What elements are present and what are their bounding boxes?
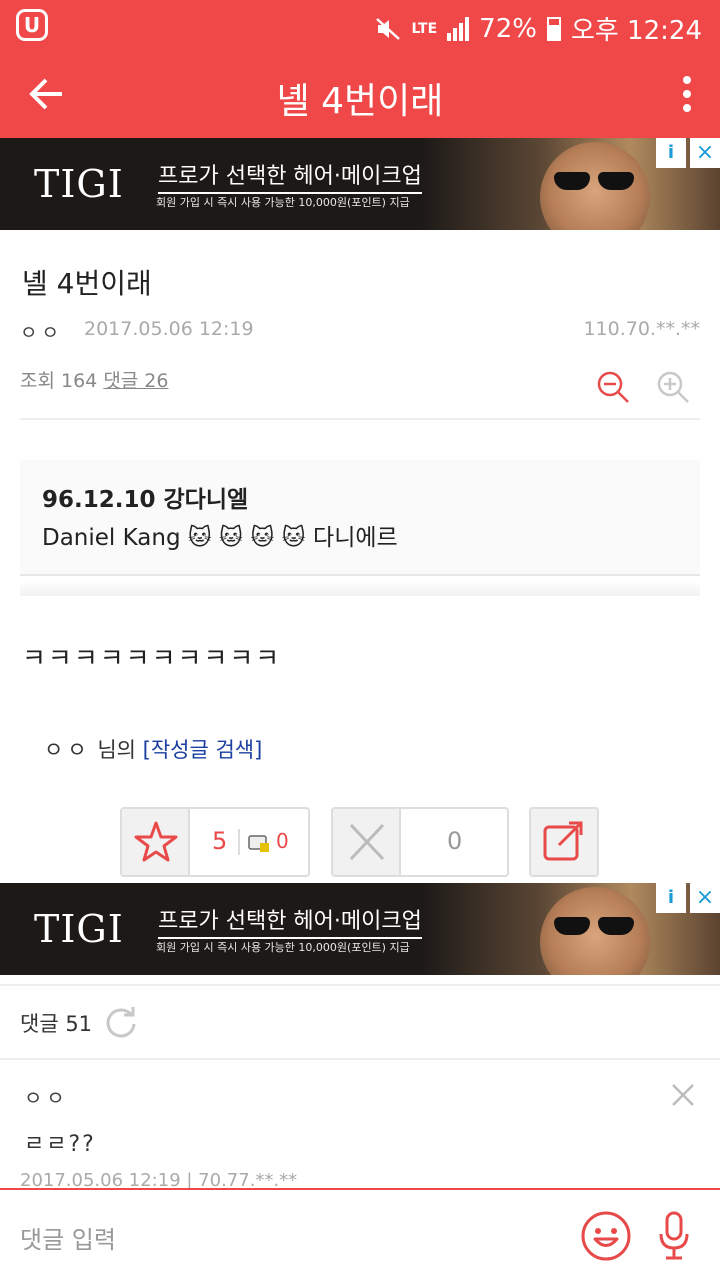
comment-text: ㄹㄹ?? (24, 1132, 96, 1157)
author-suffix: 님의 (97, 738, 136, 762)
delete-comment-icon[interactable] (668, 1080, 698, 1110)
ad-headline: 프로가 선택한 헤어·메이크업 (158, 903, 422, 939)
divider (0, 984, 720, 986)
status-icons: LTE 72% 오후 12:24 (375, 10, 702, 47)
close-icon[interactable]: × (690, 138, 720, 168)
ad-banner-2[interactable]: TIGI 프로가 선택한 헤어·메이크업 회원 가입 시 즉시 사용 가능한 1… (0, 883, 720, 975)
emoji-icon[interactable] (580, 1210, 632, 1262)
ad-subtext: 회원 가입 시 즉시 사용 가능한 10,000원(포인트) 지급 (156, 196, 410, 209)
app-bar: 녤 4번이래 (0, 50, 720, 138)
divider (20, 418, 700, 420)
status-bar: U LTE 72% 오후 12:24 (0, 0, 720, 50)
info-icon[interactable]: i (656, 883, 686, 913)
embed-text: Daniel Kang 🐱 🐱 🐱 🐱 다니에르 (42, 525, 398, 551)
network-label: LTE (411, 20, 438, 37)
comment-author[interactable]: ㅇㅇ (24, 1082, 69, 1111)
more-vertical-icon[interactable] (682, 76, 692, 112)
author-name: ㅇㅇ (44, 738, 91, 762)
ad-banner[interactable]: TIGI 프로가 선택한 헤어·메이크업 회원 가입 시 즉시 사용 가능한 1… (0, 138, 720, 230)
ad-headline: 프로가 선택한 헤어·메이크업 (158, 158, 422, 194)
ad-subtext: 회원 가입 시 즉시 사용 가능한 10,000원(포인트) 지급 (156, 941, 410, 954)
ad-logo: TIGI (34, 907, 124, 951)
view-count: 조회 164 (20, 370, 98, 392)
comments-count: 댓글 51 (20, 1012, 93, 1036)
fixed-count: 0 (276, 829, 289, 853)
share-button[interactable] (529, 807, 599, 877)
ad-logo: TIGI (34, 162, 124, 206)
zoom-in-icon[interactable] (656, 370, 690, 404)
post-title: 녤 4번이래 (22, 267, 152, 300)
comment-input-bar: 댓글 입력 (0, 1188, 720, 1280)
count-separator (238, 829, 240, 855)
recommend-cell (122, 809, 190, 875)
comments-header: 댓글 51 (20, 1006, 138, 1040)
share-cell (531, 809, 597, 875)
battery-icon (546, 16, 561, 41)
post-date: 2017.05.06 12:19 (84, 318, 254, 340)
divider (0, 1058, 720, 1060)
embed-shadow (20, 580, 700, 596)
share-icon (543, 821, 583, 861)
close-icon[interactable]: × (690, 883, 720, 913)
not-recommend-count: 0 (447, 827, 463, 855)
embed-title: 96.12.10 강다니엘 (42, 487, 249, 513)
x-icon (349, 823, 385, 861)
zoom-out-icon[interactable] (596, 370, 630, 404)
post-meta: ㅇㅇ 2017.05.06 12:19 110.70.**.** (20, 318, 700, 346)
embedded-post-card[interactable]: 96.12.10 강다니엘 Daniel Kang 🐱 🐱 🐱 🐱 다니에르 (20, 460, 700, 576)
not-recommend-button[interactable]: 0 (331, 807, 509, 877)
info-icon[interactable]: i (656, 138, 686, 168)
app-badge-icon: U (16, 9, 48, 41)
not-recommend-cell (333, 809, 401, 875)
microphone-icon[interactable] (656, 1210, 692, 1262)
post-body: ㅋㅋㅋㅋㅋㅋㅋㅋㅋㅋ (22, 644, 282, 674)
recommend-count: 5 (212, 827, 228, 855)
signal-icon (447, 16, 470, 41)
author-search-line: ㅇㅇ 님의 [작성글 검색] (44, 734, 262, 764)
post-stats: 조회 164 댓글 26 (20, 366, 169, 393)
star-icon (134, 821, 178, 862)
post-author[interactable]: ㅇㅇ (20, 318, 63, 345)
page-title: 녤 4번이래 (276, 81, 444, 122)
post-ip: 110.70.**.** (583, 318, 700, 340)
recommend-button[interactable]: 5 0 (120, 807, 310, 877)
comment-count-link[interactable]: 댓글 26 (103, 370, 168, 392)
mute-icon (376, 17, 401, 40)
sunglasses-graphic (554, 172, 634, 192)
comment-input[interactable]: 댓글 입력 (20, 1220, 116, 1255)
sunglasses-graphic (554, 917, 634, 937)
refresh-icon[interactable] (104, 1006, 138, 1040)
fixed-recommend-icon (248, 835, 269, 852)
author-search-link[interactable]: [작성글 검색] (143, 738, 263, 762)
clock: 오후 12:24 (570, 16, 702, 46)
battery-percent: 72% (479, 13, 537, 44)
